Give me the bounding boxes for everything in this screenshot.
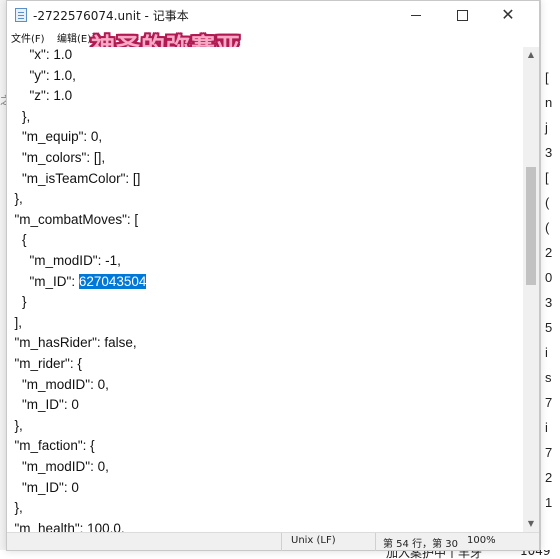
menu-file[interactable]: 文件(F): [11, 30, 45, 45]
editor-line-text: },: [7, 108, 31, 124]
editor-line: "m_modID": 0,: [7, 375, 109, 395]
status-divider: [281, 533, 282, 551]
editor-line: "z": 1.0: [7, 86, 73, 106]
background-window-bottom: 加入案护中丨丰牙 1049: [0, 550, 560, 559]
editor-line: "m_modID": 0,: [7, 457, 109, 477]
editor-line: },: [7, 107, 30, 127]
editor-line-text: "x": 1.0: [7, 47, 73, 62]
menu-edit[interactable]: 编辑(E): [57, 30, 91, 45]
background-right-glyph: [: [545, 70, 549, 85]
editor-line: ],: [7, 313, 23, 333]
background-right-glyph: j: [545, 120, 548, 135]
window-title: -2722576074.unit - 记事本: [33, 9, 189, 23]
background-right-glyph: (: [545, 195, 550, 210]
editor-line: "m_health": 100.0,: [7, 519, 125, 532]
background-window-right: [n j 3[((2 0 3 5 i s 7 i 7 2 1: [540, 0, 560, 559]
editor-line: "m_ID": 0: [7, 478, 79, 498]
background-bottom-number: 1049: [520, 550, 551, 558]
background-right-glyph: 3: [545, 295, 553, 310]
editor-line-text: "m_faction": {: [7, 438, 95, 454]
editor-line-text: ],: [7, 314, 23, 330]
editor-line-text: },: [7, 500, 23, 516]
editor-line: "m_ID": 0: [7, 395, 79, 415]
editor-line: "x": 1.0: [7, 47, 73, 65]
background-right-glyph: 2: [545, 245, 553, 260]
background-right-glyph: n: [545, 95, 553, 110]
editor-line: },: [7, 498, 23, 518]
editor-line: }: [7, 292, 27, 312]
editor-line: "m_colors": [],: [7, 148, 105, 168]
menu-bar: 文件(F) 编辑(E): [7, 29, 539, 47]
editor-line-text: }: [7, 294, 27, 310]
selected-text: 627043504: [78, 273, 147, 289]
editor-line-text: },: [7, 191, 23, 207]
editor-line-text: "m_ID":: [7, 273, 79, 289]
editor-line: {: [7, 230, 27, 250]
background-right-glyph: 1: [545, 495, 553, 510]
editor-line: "m_modID": -1,: [7, 251, 121, 271]
notepad-window: -2722576074.unit - 记事本 ✕ 文件(F) 编辑(E) 神圣的…: [6, 0, 540, 551]
close-button[interactable]: ✕: [485, 1, 531, 29]
background-right-glyph: (: [545, 220, 550, 235]
editor-line-text: "m_combatMoves": [: [7, 211, 139, 227]
editor-line-text: {: [7, 232, 27, 248]
editor-line-text: "z": 1.0: [7, 88, 73, 104]
editor-line: "m_isTeamColor": []: [7, 169, 140, 189]
background-right-glyph: i: [545, 345, 548, 360]
editor-line: "m_equip": 0,: [7, 127, 102, 147]
editor-line-text: "m_colors": [],: [7, 150, 106, 165]
background-right-glyph: 2: [545, 470, 553, 485]
editor-line-text: "m_modID": -1,: [7, 253, 121, 268]
editor-line: "y": 1.0,: [7, 66, 76, 86]
background-right-glyph: i: [545, 420, 548, 435]
background-right-glyph: 7: [545, 445, 553, 460]
editor-line-text: "m_rider": {: [7, 356, 82, 371]
editor-line-text: "m_ID": 0: [7, 479, 79, 495]
editor-line-text: "m_modID": 0,: [7, 459, 109, 474]
editor-line: "m_faction": {: [7, 436, 95, 456]
background-right-glyph: 5: [545, 320, 553, 335]
scrollbar-thumb[interactable]: [526, 167, 536, 285]
editor-line: },: [7, 189, 23, 209]
editor-line: },: [7, 416, 23, 436]
editor-line-text: "m_isTeamColor": []: [7, 170, 141, 186]
editor-line-text: },: [7, 417, 23, 433]
notepad-icon: [15, 8, 27, 22]
background-right-glyph: [: [545, 170, 549, 185]
background-bottom-text: 加入案护中丨丰牙: [386, 550, 483, 559]
text-editor[interactable]: "x": 1.0 "y": 1.0, "z": 1.0 }, "m_equip"…: [7, 47, 523, 532]
desktop: 之 [nj3[((2035is7i721 加入案护中丨丰牙 1049 -2722…: [0, 0, 560, 559]
background-right-glyph: 3: [545, 145, 553, 160]
editor-line-text: "m_ID": 0: [7, 397, 79, 413]
status-zoom: 100%: [467, 535, 496, 546]
editor-line-text: "m_health": 100.0,: [7, 520, 125, 532]
editor-line: "m_hasRider": false,: [7, 333, 137, 353]
background-right-glyph: s: [545, 370, 552, 385]
maximize-button[interactable]: [439, 1, 485, 29]
vertical-scrollbar[interactable]: ▲ ▼: [523, 47, 539, 532]
minimize-button[interactable]: [393, 1, 439, 29]
status-line-ending: Unix (LF): [291, 535, 336, 546]
status-divider: [375, 533, 376, 551]
background-right-glyph: 0: [545, 270, 553, 285]
editor-line: "m_combatMoves": [: [7, 210, 139, 230]
editor-line-text: "m_modID": 0,: [7, 376, 109, 392]
status-cursor-position: 第 54 行，第 30: [383, 539, 458, 550]
editor-line-text: "m_equip": 0,: [7, 129, 103, 145]
editor-line-text: "y": 1.0,: [7, 67, 76, 83]
title-bar[interactable]: -2722576074.unit - 记事本 ✕: [7, 1, 539, 29]
editor-line: "m_ID": 627043504: [7, 272, 147, 292]
scroll-down-arrow-icon[interactable]: ▼: [523, 516, 539, 532]
editor-line-text: "m_hasRider": false,: [7, 335, 137, 351]
editor-line: "m_rider": {: [7, 354, 82, 374]
status-bar: Unix (LF) 第 54 行，第 30 100%: [7, 532, 539, 551]
background-right-glyph: 7: [545, 395, 553, 410]
scroll-up-arrow-icon[interactable]: ▲: [523, 47, 539, 63]
